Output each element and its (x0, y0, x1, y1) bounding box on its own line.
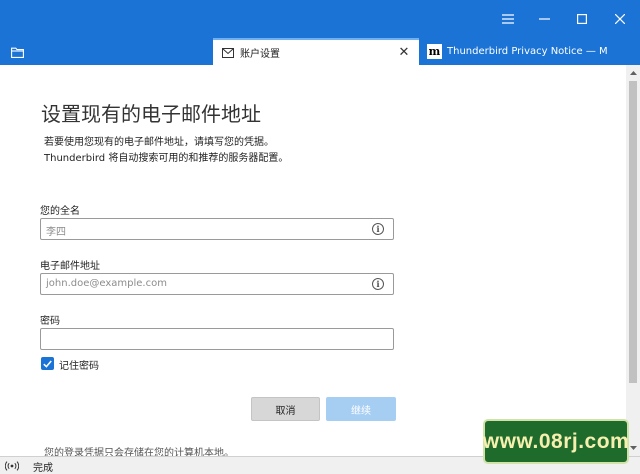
tab-close-icon[interactable]: ✕ (397, 45, 411, 60)
remember-password-checkbox[interactable] (41, 357, 54, 370)
status-text: 完成 (33, 463, 53, 474)
scrollbar-thumb[interactable] (629, 81, 637, 383)
email-input[interactable]: john.doe@example.com i (40, 273, 394, 295)
hamburger-icon[interactable] (491, 0, 525, 38)
password-input[interactable] (40, 328, 394, 350)
tab-privacy-notice[interactable]: m Thunderbird Privacy Notice — M (421, 38, 640, 65)
page-title: 设置现有的电子邮件地址 (41, 102, 261, 126)
description-line: Thunderbird 将自动搜索可用的和推荐的服务器配置。 (44, 153, 289, 164)
password-label: 密码 (40, 316, 60, 327)
activity-icon (5, 460, 19, 472)
checkmark-icon (43, 359, 52, 368)
email-placeholder: john.doe@example.com (46, 278, 167, 289)
scroll-down-icon[interactable] (628, 443, 638, 453)
tab-label: 账户设置 (240, 49, 280, 60)
continue-button[interactable]: 继续 (326, 397, 396, 421)
site-watermark: www.08rj.com (483, 419, 629, 464)
credentials-footnote: 您的登录凭据只会存储在您的计算机本地。 (44, 448, 234, 456)
close-icon[interactable] (603, 0, 637, 38)
full-name-placeholder: 李四 (46, 227, 66, 238)
info-icon[interactable]: i (372, 278, 384, 290)
tab-bar: 账户设置 ✕ m Thunderbird Privacy Notice — M (0, 38, 640, 65)
maximize-icon[interactable] (565, 0, 599, 38)
minimize-icon[interactable] (527, 0, 561, 38)
mail-icon (221, 46, 235, 60)
full-name-input[interactable]: 李四 i (40, 218, 394, 240)
full-name-label: 您的全名 (40, 206, 80, 217)
cancel-button[interactable]: 取消 (251, 397, 320, 421)
scroll-up-icon[interactable] (628, 68, 638, 78)
remember-password-label[interactable]: 记住密码 (59, 357, 99, 372)
description-line: 若要使用您现有的电子邮件地址，请填写您的凭据。 (44, 137, 274, 148)
folder-icon[interactable] (6, 43, 28, 61)
title-bar (0, 0, 640, 38)
watermark-text: www.08rj.com (482, 429, 630, 453)
account-setup-page: 设置现有的电子邮件地址 若要使用您现有的电子邮件地址，请填写您的凭据。 Thun… (0, 65, 626, 456)
tab-account-settings[interactable]: 账户设置 ✕ (213, 38, 419, 65)
tab-label: Thunderbird Privacy Notice — M (447, 46, 608, 57)
email-label: 电子邮件地址 (40, 261, 100, 272)
page-description: 若要使用您现有的电子邮件地址，请填写您的凭据。 Thunderbird 将自动搜… (44, 135, 288, 167)
info-icon[interactable]: i (372, 223, 384, 235)
mozilla-m-icon: m (427, 44, 442, 59)
vertical-scrollbar[interactable] (626, 65, 640, 456)
